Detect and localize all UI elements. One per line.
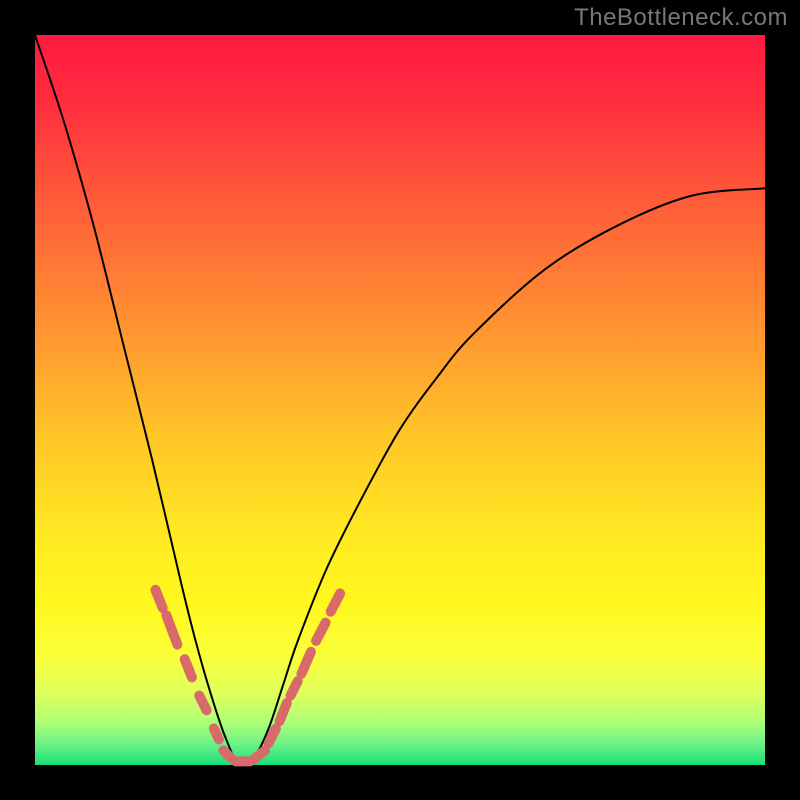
curve-marker-segment — [214, 729, 219, 740]
curve-marker-segment — [291, 681, 298, 696]
curve-marker-segment — [223, 750, 230, 757]
bottleneck-chart — [0, 0, 800, 800]
curve-marker-segment — [199, 696, 206, 711]
curve-marker-segment — [185, 659, 192, 677]
watermark-text: TheBottleneck.com — [574, 4, 788, 32]
curve-marker-segment — [269, 729, 276, 744]
curve-marker-segment — [155, 590, 162, 608]
curve-marker-segment — [280, 703, 287, 721]
curve-marker-segment — [254, 750, 265, 759]
plot-area — [35, 35, 765, 765]
chart-stage: TheBottleneck.com — [0, 0, 800, 800]
